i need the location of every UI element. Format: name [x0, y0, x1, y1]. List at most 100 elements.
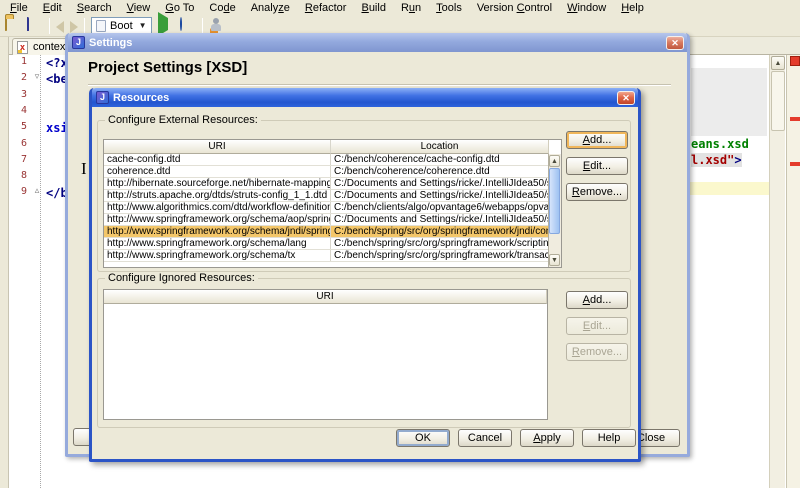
- line-number: 9: [9, 186, 27, 197]
- table-row[interactable]: coherence.dtdC:/bench/coherence/coherenc…: [104, 166, 561, 178]
- intellij-logo-icon: J: [72, 36, 85, 49]
- menu-run[interactable]: Run: [394, 1, 429, 15]
- location-cell: C:/bench/spring/src/org/springframework/…: [331, 250, 549, 261]
- close-icon[interactable]: ✕: [666, 36, 684, 50]
- error-stripe: [786, 55, 800, 488]
- forward-arrow-icon[interactable]: [70, 21, 78, 33]
- table-row[interactable]: http://www.springframework.org/schema/tx…: [104, 250, 561, 262]
- error-stripe-mark[interactable]: [790, 162, 800, 166]
- external-remove-button[interactable]: Remove...: [566, 183, 628, 201]
- cancel-button[interactable]: Cancel: [458, 429, 512, 447]
- toolbar-separator: [202, 18, 203, 34]
- menu-code[interactable]: Code: [202, 1, 243, 15]
- menu-version-control[interactable]: Version Control: [470, 1, 560, 15]
- table-row[interactable]: http://www.algorithmics.com/dtd/workflow…: [104, 202, 561, 214]
- menu-refactor[interactable]: Refactor: [298, 1, 355, 15]
- external-edit-button[interactable]: Edit...: [566, 157, 628, 175]
- debug-button[interactable]: [180, 18, 196, 34]
- ok-button[interactable]: OK: [396, 429, 450, 447]
- open-file-icon[interactable]: [5, 18, 21, 34]
- run-button[interactable]: [158, 18, 174, 34]
- scrollbar-thumb[interactable]: [771, 71, 785, 131]
- editor-highlight-line: [690, 182, 769, 195]
- location-cell: C:/Documents and Settings/ricke/.Intelli…: [331, 214, 549, 225]
- menu-help[interactable]: Help: [614, 1, 652, 15]
- editor-scrollbar[interactable]: ▲: [769, 55, 785, 488]
- menu-tools[interactable]: Tools: [429, 1, 470, 15]
- close-icon[interactable]: ✕: [617, 91, 635, 105]
- menu-window[interactable]: Window: [560, 1, 614, 15]
- code-fragment-green: eans.xsd: [691, 137, 749, 151]
- menu-file[interactable]: File: [3, 1, 36, 15]
- table-header: URI: [104, 290, 547, 304]
- external-add-button[interactable]: Add...: [566, 131, 628, 149]
- uri-cell: http://www.springframework.org/schema/jn…: [104, 226, 331, 237]
- obscured-text-fragment: I: [81, 159, 87, 179]
- line-number: 6: [9, 138, 27, 149]
- location-cell: C:/bench/spring/src/org/springframework/…: [331, 226, 549, 237]
- ignored-edit-button: Edit...: [566, 317, 628, 335]
- run-configuration-select[interactable]: Boot ▼: [91, 17, 152, 35]
- ignored-resources-label: Configure Ignored Resources:: [105, 272, 258, 284]
- uri-cell: http://www.springframework.org/schema/ao…: [104, 214, 331, 225]
- ignored-add-button[interactable]: Add...: [566, 291, 628, 309]
- tool-window-stripe: [0, 37, 9, 488]
- uri-cell: http://www.algorithmics.com/dtd/workflow…: [104, 202, 331, 213]
- folder-icon: [5, 17, 7, 31]
- save-all-icon[interactable]: [27, 18, 43, 34]
- help-button[interactable]: Help: [582, 429, 636, 447]
- location-cell: C:/bench/clients/algo/opvantage6/webapps…: [331, 202, 549, 213]
- fold-marker-icon[interactable]: ▿: [33, 71, 41, 82]
- line-number: 3: [9, 89, 27, 100]
- location-cell: C:/Documents and Settings/ricke/.Intelli…: [331, 190, 549, 201]
- back-arrow-icon[interactable]: [56, 21, 64, 33]
- inspect-code-button[interactable]: [209, 18, 225, 34]
- column-header-uri: URI: [104, 140, 331, 154]
- uri-cell: http://www.springframework.org/schema/la…: [104, 238, 331, 249]
- resources-titlebar[interactable]: J Resources ✕: [92, 88, 638, 107]
- apply-button[interactable]: Apply: [520, 429, 574, 447]
- column-header-location: Location: [331, 140, 549, 154]
- menu-edit[interactable]: Edit: [36, 1, 70, 15]
- run-config-value: Boot: [110, 20, 133, 32]
- scrollbar-thumb[interactable]: [549, 168, 560, 234]
- uri-cell: cache-config.dtd: [104, 154, 331, 165]
- uri-cell: http://struts.apache.org/dtds/struts-con…: [104, 190, 331, 201]
- settings-title: Settings: [89, 37, 132, 49]
- menu-build[interactable]: Build: [354, 1, 393, 15]
- table-row[interactable]: http://struts.apache.org/dtds/struts-con…: [104, 190, 561, 202]
- scroll-up-icon[interactable]: ▲: [549, 155, 560, 167]
- intellij-logo-icon: J: [96, 91, 109, 104]
- menu-view[interactable]: View: [120, 1, 159, 15]
- table-header: URI Location: [104, 140, 561, 154]
- table-row[interactable]: http://www.springframework.org/schema/la…: [104, 238, 561, 250]
- location-cell: C:/bench/spring/src/org/springframework/…: [331, 238, 549, 249]
- error-stripe-top-mark[interactable]: [790, 56, 800, 66]
- external-resources-table: URI Location cache-config.dtdC:/bench/co…: [103, 139, 562, 268]
- toolbar-separator: [84, 18, 85, 34]
- settings-titlebar[interactable]: J Settings ✕: [68, 33, 687, 52]
- menu-analyze[interactable]: Analyze: [244, 1, 298, 15]
- ignored-remove-button: Remove...: [566, 343, 628, 361]
- table-row[interactable]: http://www.springframework.org/schema/jn…: [104, 226, 561, 238]
- scroll-up-icon[interactable]: ▲: [771, 56, 785, 70]
- code-fragment-red: l.xsd">: [691, 153, 742, 167]
- table-row[interactable]: cache-config.dtdC:/bench/coherence/cache…: [104, 154, 561, 166]
- scroll-down-icon[interactable]: ▼: [549, 254, 560, 266]
- location-cell: C:/bench/coherence/coherence.dtd: [331, 166, 549, 177]
- fold-marker-icon[interactable]: ▵: [33, 185, 41, 196]
- table-row[interactable]: http://www.springframework.org/schema/ao…: [104, 214, 561, 226]
- menu-search[interactable]: Search: [70, 1, 120, 15]
- run-config-icon: [96, 20, 106, 32]
- ignored-resources-group: Configure Ignored Resources: URI Add...E…: [97, 278, 631, 428]
- table-row[interactable]: http://hibernate.sourceforge.net/hiberna…: [104, 178, 561, 190]
- debug-icon: [180, 17, 182, 31]
- table-scrollbar[interactable]: ▲ ▼: [548, 154, 561, 267]
- chevron-down-icon: ▼: [139, 21, 147, 30]
- line-number: 4: [9, 105, 27, 116]
- error-stripe-mark[interactable]: [790, 117, 800, 121]
- editor-selection-block: [691, 68, 767, 136]
- location-cell: C:/Documents and Settings/ricke/.Intelli…: [331, 178, 549, 189]
- menu-bar: FileEditSearchViewGo ToCodeAnalyzeRefact…: [0, 0, 800, 15]
- heading-separator: [88, 84, 671, 85]
